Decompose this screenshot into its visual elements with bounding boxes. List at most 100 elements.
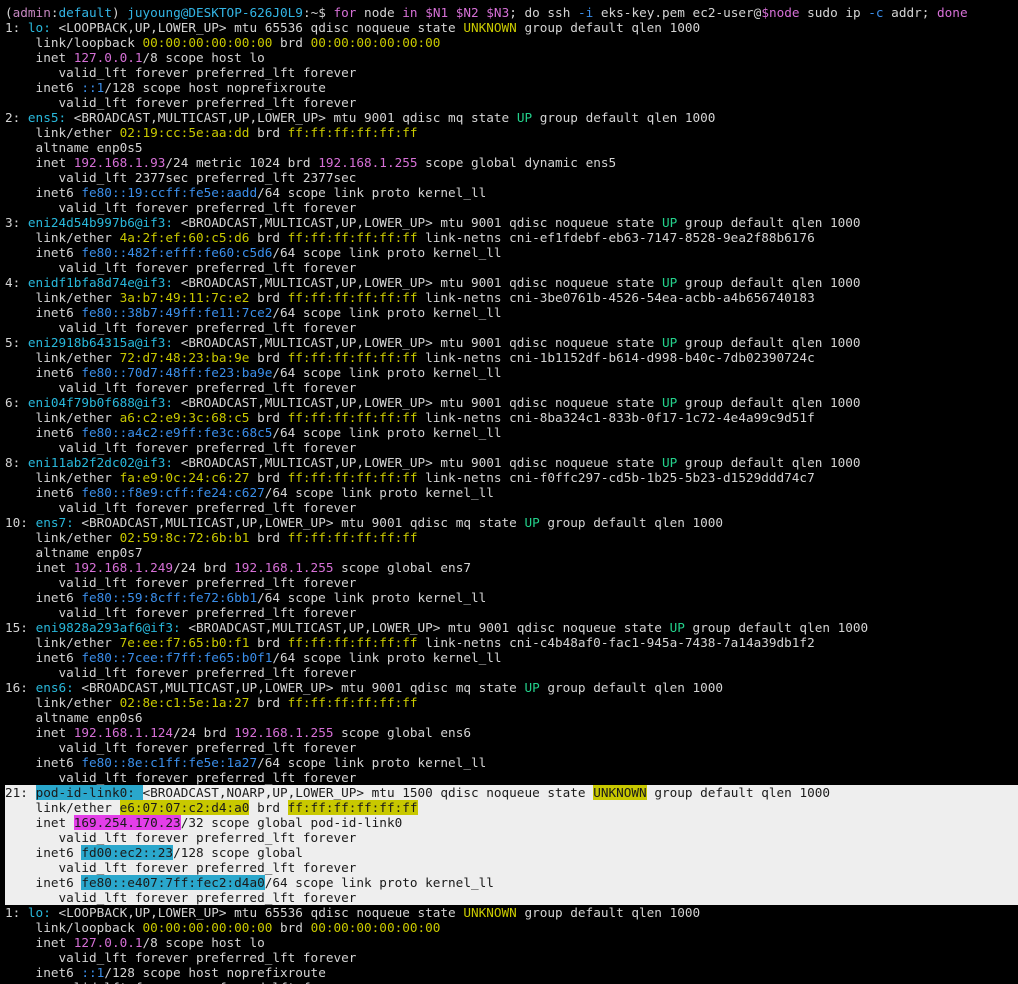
text-segment: /128 scope global (173, 845, 303, 860)
text-segment: fe80::8e:c1ff:fe5e:1a27 (81, 755, 258, 770)
text-segment: valid_lft forever preferred_lft forever (5, 980, 356, 984)
text-segment: 16: (5, 680, 36, 695)
output-line: valid_lft forever preferred_lft forever (5, 980, 356, 984)
text-segment: fe80::a4c2:e9ff:fe3c:68c5 (81, 425, 273, 440)
text-segment: scope global ens6 (333, 725, 471, 740)
output-line: valid_lft forever preferred_lft forever (5, 500, 356, 515)
text-segment: fe80::38b7:49ff:fe11:7ce2 (81, 305, 273, 320)
output-line: valid_lft forever preferred_lft forever (5, 440, 356, 455)
text-segment: inet (5, 155, 74, 170)
text-segment: brd (272, 35, 311, 50)
text-segment: UP (661, 455, 678, 470)
text-segment: ff:ff:ff:ff:ff:ff (287, 230, 418, 245)
output-line: valid_lft forever preferred_lft forever (5, 380, 356, 395)
text-segment: <BROADCAST,MULTICAST,UP,LOWER_UP> mtu 90… (173, 455, 662, 470)
text-segment: 5: (5, 335, 28, 350)
text-segment: juyoung@DESKTOP-626J0L9 (127, 5, 303, 20)
text-segment: ff:ff:ff:ff:ff:ff (287, 125, 418, 140)
output-line: link/ether 02:19:cc:5e:aa:dd brd ff:ff:f… (5, 125, 418, 140)
text-segment: group default qlen 1000 (516, 905, 701, 920)
text-segment: ens5: (27, 110, 67, 125)
output-line: inet6 fe80::70d7:48ff:fe23:ba9e/64 scope… (5, 365, 502, 380)
terminal-output[interactable]: (admin:default) juyoung@DESKTOP-626J0L9:… (0, 0, 1018, 984)
output-line: valid_lft forever preferred_lft forever (5, 260, 356, 275)
text-segment: valid_lft forever preferred_lft forever (5, 860, 357, 875)
text-segment: fe80::19:ccff:fe5e:aadd (81, 185, 258, 200)
text-segment: 02:59:8c:72:6b:b1 (119, 530, 250, 545)
text-segment: <BROADCAST,MULTICAST,UP,LOWER_UP> mtu 90… (66, 110, 517, 125)
text-segment: eni9828a293af6@if3: (35, 620, 181, 635)
text-segment: 00:00:00:00:00:00 (310, 920, 441, 935)
text-segment: e6:07:07:c2:d4:a0 (119, 800, 250, 815)
text-segment: inet (5, 50, 74, 65)
text-segment: lo: (27, 905, 51, 920)
text-segment: inet6 (5, 305, 82, 320)
text-segment: 8: (5, 455, 28, 470)
text-segment: UP (669, 620, 685, 635)
text-segment: eni24d54b997b6@if3: (27, 215, 174, 230)
text-segment: UP (661, 275, 678, 290)
text-segment: 4: (5, 275, 28, 290)
output-line: inet 192.168.1.249/24 brd 192.168.1.255 … (5, 560, 471, 575)
text-segment: brd (249, 230, 288, 245)
text-segment: ff:ff:ff:ff:ff:ff (287, 695, 418, 710)
text-segment: fa:e9:0c:24:c6:27 (119, 470, 250, 485)
text-segment: 7e:ee:f7:65:b0:f1 (119, 635, 250, 650)
text-segment: /64 scope link proto kernel_ll (257, 590, 487, 605)
text-segment: 169.254.170.23 (73, 815, 181, 830)
output-line: valid_lft forever preferred_lft forever (5, 95, 356, 110)
text-segment: inet6 (5, 755, 82, 770)
text-segment: inet6 (5, 875, 82, 890)
text-segment: fe80::59:8cff:fe72:6bb1 (81, 590, 258, 605)
text-segment: link-netns cni-c4b48af0-fac1-945a-7438-7… (417, 635, 815, 650)
text-segment: UP (524, 515, 540, 530)
output-line: valid_lft forever preferred_lft forever (5, 320, 356, 335)
text-segment: fe80::482f:efff:fe60:c5d6 (81, 245, 273, 260)
text-segment: inet6 (5, 245, 82, 260)
text-segment: inet6 (5, 185, 82, 200)
text-segment: valid_lft forever preferred_lft forever (5, 830, 357, 845)
text-segment: /64 scope link proto kernel_ll (272, 305, 502, 320)
text-segment: UP (661, 335, 678, 350)
text-segment: 127.0.0.1 (73, 50, 143, 65)
text-segment: 192.168.1.255 (234, 560, 334, 575)
text-segment: 21: (5, 785, 36, 800)
text-segment: group default qlen 1000 (677, 455, 861, 470)
text-segment: link-netns cni-3be0761b-4526-54ea-acbb-a… (417, 290, 815, 305)
text-segment: eks-key.pem ec2-user@ (593, 5, 762, 20)
text-segment: ; do ssh (509, 5, 578, 20)
text-segment: group default qlen 1000 (684, 620, 869, 635)
text-segment: 192.168.1.249 (73, 560, 174, 575)
text-segment: 15: (5, 620, 36, 635)
text-segment: fe80::e407:7ff:fec2:d4a0 (81, 875, 265, 890)
text-segment: ens7: (35, 515, 74, 530)
text-segment: 3: (5, 215, 28, 230)
output-line: inet 127.0.0.1/8 scope host lo (5, 50, 265, 65)
text-segment: 1: (5, 20, 28, 35)
text-segment: /32 scope global pod-id-link0 (180, 815, 403, 830)
text-segment: /24 metric 1024 brd (165, 155, 319, 170)
output-line: link/ether e6:07:07:c2:d4:a0 brd ff:ff:f… (5, 800, 418, 815)
text-segment: in (402, 5, 418, 20)
text-segment: brd (249, 125, 288, 140)
command-prompt-line: (admin:default) juyoung@DESKTOP-626J0L9:… (5, 5, 968, 20)
text-segment: scope global dynamic ens5 (417, 155, 617, 170)
output-line: altname enp0s5 (5, 140, 143, 155)
text-segment: link/ether (5, 230, 120, 245)
output-line: inet 127.0.0.1/8 scope host lo (5, 935, 265, 950)
text-segment: altname enp0s7 (5, 545, 143, 560)
output-line: inet6 fe80::59:8cff:fe72:6bb1/64 scope l… (5, 590, 487, 605)
output-line: 6: eni04f79b0f688@if3: <BROADCAST,MULTIC… (5, 395, 861, 410)
text-segment: brd (272, 920, 311, 935)
output-line: 1: lo: <LOOPBACK,UP,LOWER_UP> mtu 65536 … (5, 20, 700, 35)
text-segment: 192.168.1.255 (318, 155, 418, 170)
text-segment: link-netns cni-ef1fdebf-eb63-7147-8528-9… (417, 230, 815, 245)
text-segment: valid_lft forever preferred_lft forever (5, 740, 357, 755)
text-segment: lo: (27, 20, 51, 35)
text-segment: link-netns cni-1b1152df-b614-d998-b40c-7… (417, 350, 815, 365)
output-line: inet6 fe80::f8e9:cff:fe24:c627/64 scope … (5, 485, 494, 500)
output-line: link/ether fa:e9:0c:24:c6:27 brd ff:ff:f… (5, 470, 815, 485)
text-segment: ff:ff:ff:ff:ff:ff (287, 470, 418, 485)
text-segment: valid_lft forever preferred_lft forever (5, 890, 357, 905)
text-segment: brd (249, 290, 288, 305)
